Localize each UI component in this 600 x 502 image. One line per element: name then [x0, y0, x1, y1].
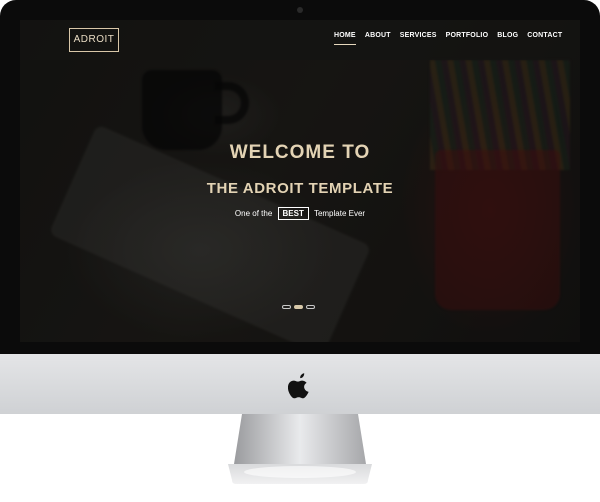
- website-screen: ADROIT HOME ABOUT SERVICES PORTFOLIO BLO…: [20, 20, 580, 342]
- slider-dot-1[interactable]: [282, 305, 291, 309]
- hero-title: WELCOME TO: [229, 142, 371, 163]
- slider-dot-2[interactable]: [294, 305, 303, 309]
- tagline-before: One of the: [234, 209, 273, 218]
- nav-item-services[interactable]: SERVICES: [400, 32, 437, 45]
- monitor-bezel: ADROIT HOME ABOUT SERVICES PORTFOLIO BLO…: [0, 0, 600, 414]
- hero-subtitle: THE ADROIT TEMPLATE: [206, 180, 394, 197]
- slider-dot-3[interactable]: [306, 305, 315, 309]
- best-badge: BEST: [277, 207, 309, 220]
- tagline-after: Template Ever: [313, 209, 366, 218]
- nav-item-portfolio[interactable]: PORTFOLIO: [446, 32, 489, 45]
- nav-item-blog[interactable]: BLOG: [497, 32, 518, 45]
- nav-item-home[interactable]: HOME: [334, 32, 356, 45]
- main-nav: HOME ABOUT SERVICES PORTFOLIO BLOG CONTA…: [334, 32, 562, 45]
- hero-tagline: One of the BEST Template Ever: [20, 207, 580, 220]
- slider-dots: [282, 305, 315, 309]
- nav-item-about[interactable]: ABOUT: [365, 32, 391, 45]
- site-logo[interactable]: ADROIT: [69, 28, 119, 52]
- navbar: ADROIT HOME ABOUT SERVICES PORTFOLIO BLO…: [20, 20, 580, 60]
- apple-logo-icon: [288, 373, 309, 399]
- monitor-stand: [228, 414, 372, 484]
- camera-icon: [297, 7, 303, 13]
- nav-item-contact[interactable]: CONTACT: [527, 32, 562, 45]
